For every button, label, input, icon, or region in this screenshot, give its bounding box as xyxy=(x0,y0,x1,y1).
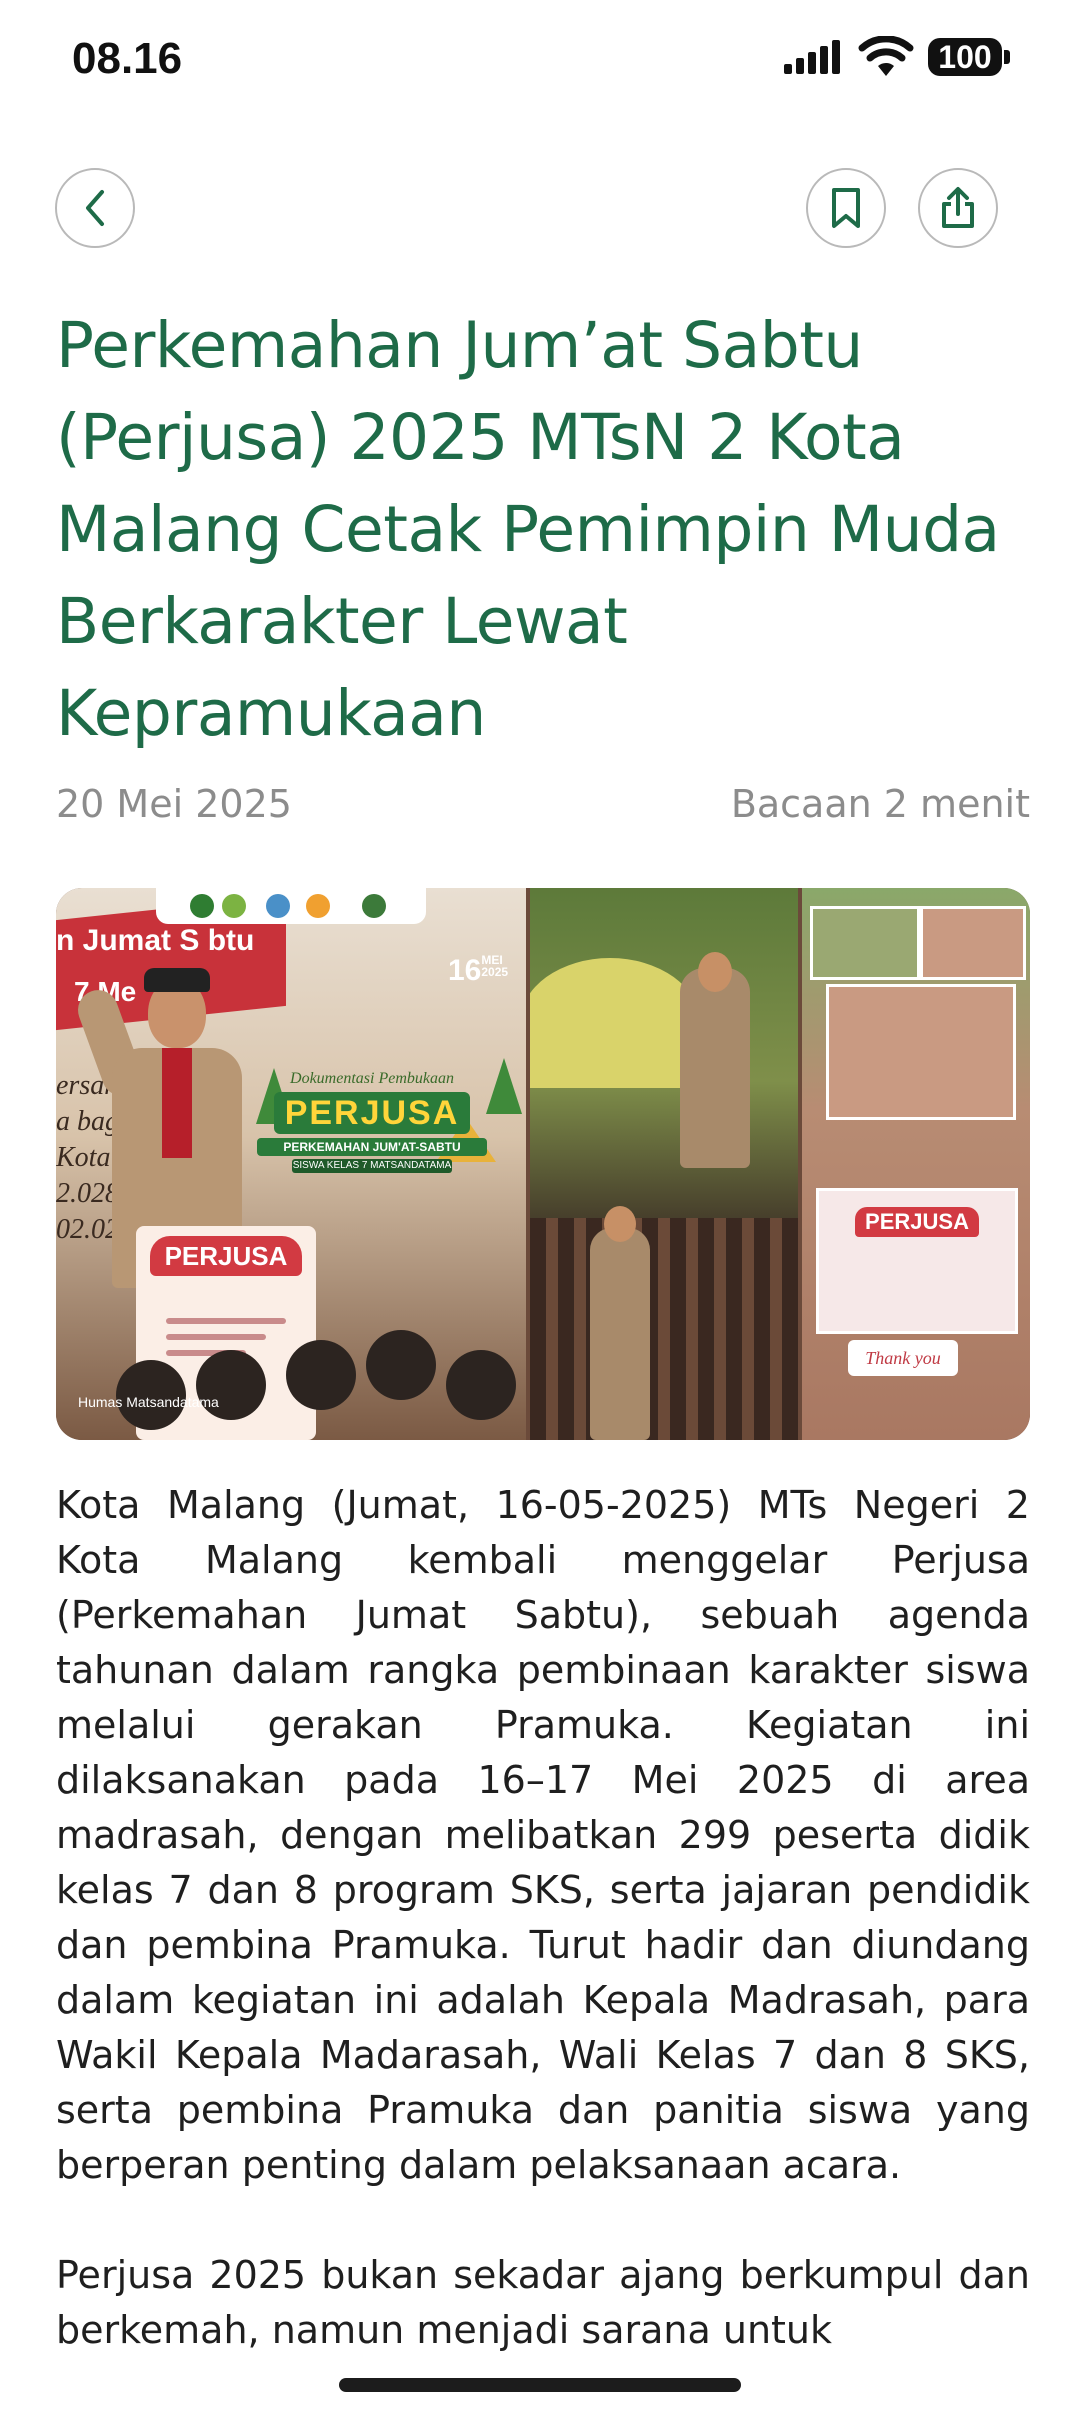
publish-date: 20 Mei 2025 xyxy=(56,782,292,826)
collage-poster: PERJUSA xyxy=(816,1188,1018,1334)
tent-shape xyxy=(530,958,700,1088)
logo-icon xyxy=(190,894,214,918)
article-body: Kota Malang (Jumat, 16-05-2025) MTs Nege… xyxy=(56,1478,1030,2413)
logo-icon xyxy=(222,894,246,918)
article-paragraph: Perjusa 2025 bukan sekadar ajang berkump… xyxy=(56,2253,1030,2352)
event-script-text: Dokumentasi Pembukaan xyxy=(290,1070,454,1087)
home-indicator[interactable] xyxy=(339,2378,741,2392)
event-date-day: 16 xyxy=(448,954,482,987)
photo-panel-ceremony xyxy=(530,888,798,1440)
logo-icon xyxy=(266,894,290,918)
event-date-badge: 16MEI 2025 xyxy=(448,954,508,988)
scout-crowd xyxy=(530,1218,798,1440)
tree-icon xyxy=(486,1058,522,1114)
event-name: PERJUSA xyxy=(274,1092,470,1134)
event-title-block: Dokumentasi Pembukaan PERJUSA PERKEMAHAN… xyxy=(254,1070,490,1173)
speaker-scarf xyxy=(162,1048,192,1158)
share-icon xyxy=(942,187,974,228)
event-subtitle: PERKEMAHAN JUM'AT-SABTU xyxy=(257,1138,487,1156)
photo-panel-opening: n Jumat S btu 7 Me ersama a bagi Kota Ma… xyxy=(56,888,526,1440)
poster-title: PERJUSA xyxy=(150,1236,302,1276)
battery-indicator: 100 xyxy=(928,38,1002,76)
audience-head xyxy=(366,1330,436,1400)
status-bar: 08.16 100 xyxy=(0,0,1080,120)
share-button[interactable] xyxy=(918,168,998,248)
article-paragraph: Kota Malang (Jumat, 16-05-2025) MTs Nege… xyxy=(56,1483,1030,2187)
event-class: SISWA KELAS 7 MATSANDATAMA xyxy=(292,1159,452,1173)
wifi-icon xyxy=(858,36,914,76)
battery-tip xyxy=(1004,50,1010,64)
cellular-signal-icon xyxy=(784,40,840,74)
audience-head xyxy=(286,1340,356,1410)
logo-icon xyxy=(362,894,386,918)
article-meta: 20 Mei 2025 Bacaan 2 menit xyxy=(56,782,1030,832)
speaker-hat xyxy=(144,968,210,992)
collage-photo xyxy=(920,906,1026,980)
collage-photo xyxy=(810,906,920,980)
scout-saluting xyxy=(590,1228,650,1440)
collage-photo xyxy=(826,984,1016,1120)
scout-leader xyxy=(680,968,750,1168)
photo-panel-collage: PERJUSA Thank you xyxy=(802,888,1030,1440)
bookmark-button[interactable] xyxy=(806,168,886,248)
logo-icon xyxy=(306,894,330,918)
read-time: Bacaan 2 menit xyxy=(730,782,1030,826)
back-button[interactable] xyxy=(55,168,135,248)
article-featured-image[interactable]: n Jumat S btu 7 Me ersama a bagi Kota Ma… xyxy=(56,888,1030,1440)
audience-heads xyxy=(56,1320,526,1440)
article-title: Perkemahan Jum’at Sabtu (Perjusa) 2025 M… xyxy=(56,309,1000,750)
chevron-left-icon xyxy=(86,190,104,226)
bookmark-icon xyxy=(832,188,860,228)
thank-you-card: Thank you xyxy=(848,1340,958,1376)
logo-strip xyxy=(156,888,426,924)
photo-credit: Humas Matsandatama xyxy=(78,1394,219,1410)
audience-head xyxy=(446,1350,516,1420)
event-date-year: 2025 xyxy=(481,965,509,979)
collage-poster-title: PERJUSA xyxy=(855,1207,979,1237)
scout-leader-head xyxy=(698,952,732,992)
status-time: 08.16 xyxy=(72,34,183,83)
scout-saluting-head xyxy=(604,1206,636,1242)
